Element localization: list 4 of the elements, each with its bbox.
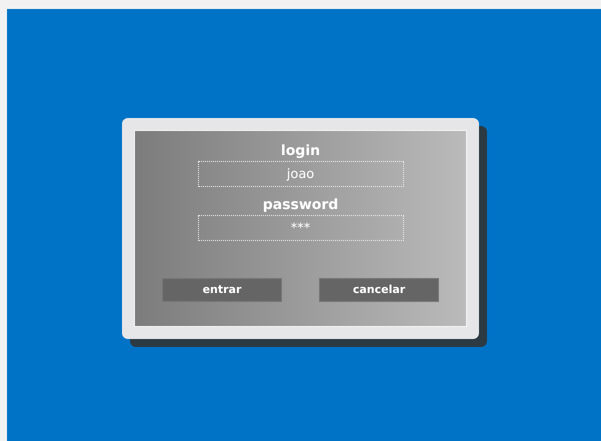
field-label: password (262, 196, 338, 215)
dialog-button[interactable]: cancelar (319, 278, 439, 302)
field-label: login (280, 142, 320, 161)
dialog-button[interactable]: entrar (162, 278, 282, 302)
